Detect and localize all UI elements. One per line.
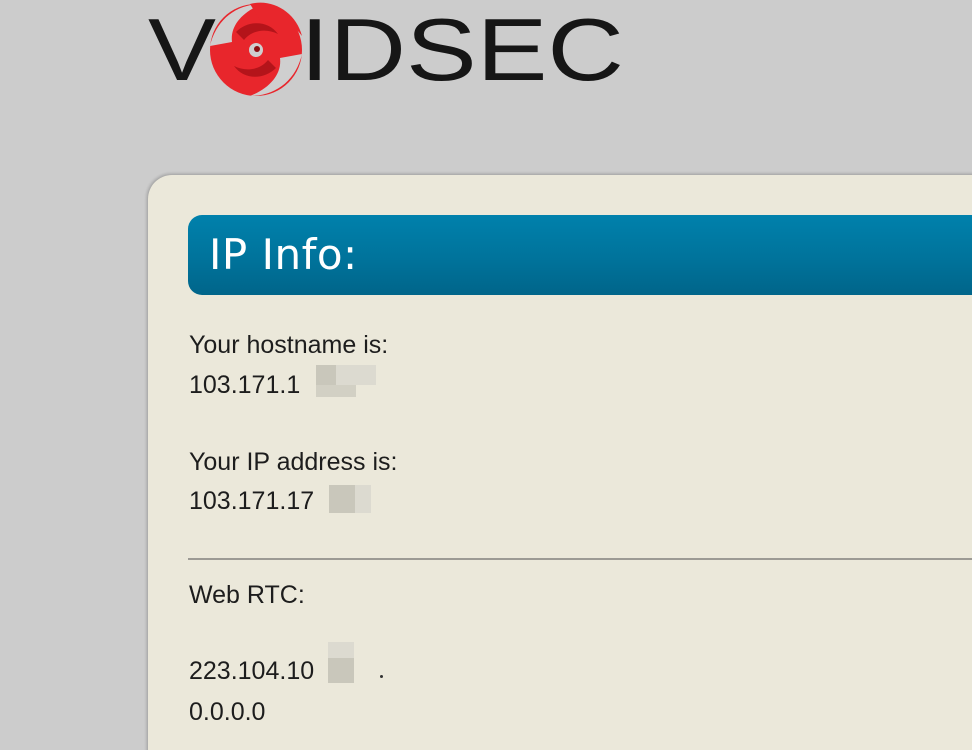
voidsec-logo[interactable]: V IDSEC (148, 0, 628, 110)
webrtc-ip-1-redaction-top (328, 642, 354, 658)
ip-address-value: 103.171.17 (189, 487, 315, 515)
page: V IDSEC IP Info: Your hostname is: 103.1… (0, 0, 972, 750)
ip-info-banner: IP Info: (188, 215, 972, 295)
webrtc-ip-1: 223.104.10 (189, 657, 315, 685)
section-divider (188, 558, 972, 560)
hostname-value: 103.171.1 (189, 371, 301, 399)
ip-address-redaction (329, 485, 355, 513)
webrtc-ip-1-redaction (328, 658, 354, 683)
logo-text-v: V (148, 0, 216, 99)
webrtc-dot (380, 675, 383, 678)
page-title: IP Info: (209, 230, 358, 279)
logo-text-idsec: IDSEC (300, 0, 624, 99)
ip-info-panel: IP Info: Your hostname is: 103.171.1 You… (148, 175, 972, 750)
red-swirl-icon (210, 2, 302, 96)
hostname-label: Your hostname is: (189, 331, 389, 359)
ip-address-redaction-right (355, 485, 371, 513)
webrtc-label: Web RTC: (189, 581, 305, 609)
hostname-redaction (316, 365, 336, 385)
ip-address-label: Your IP address is: (189, 448, 398, 476)
webrtc-ip-2: 0.0.0.0 (189, 698, 266, 726)
voidsec-logo-graphic: V IDSEC (148, 0, 624, 99)
hostname-redaction-right (336, 365, 376, 385)
hostname-redaction-lower (316, 385, 356, 397)
